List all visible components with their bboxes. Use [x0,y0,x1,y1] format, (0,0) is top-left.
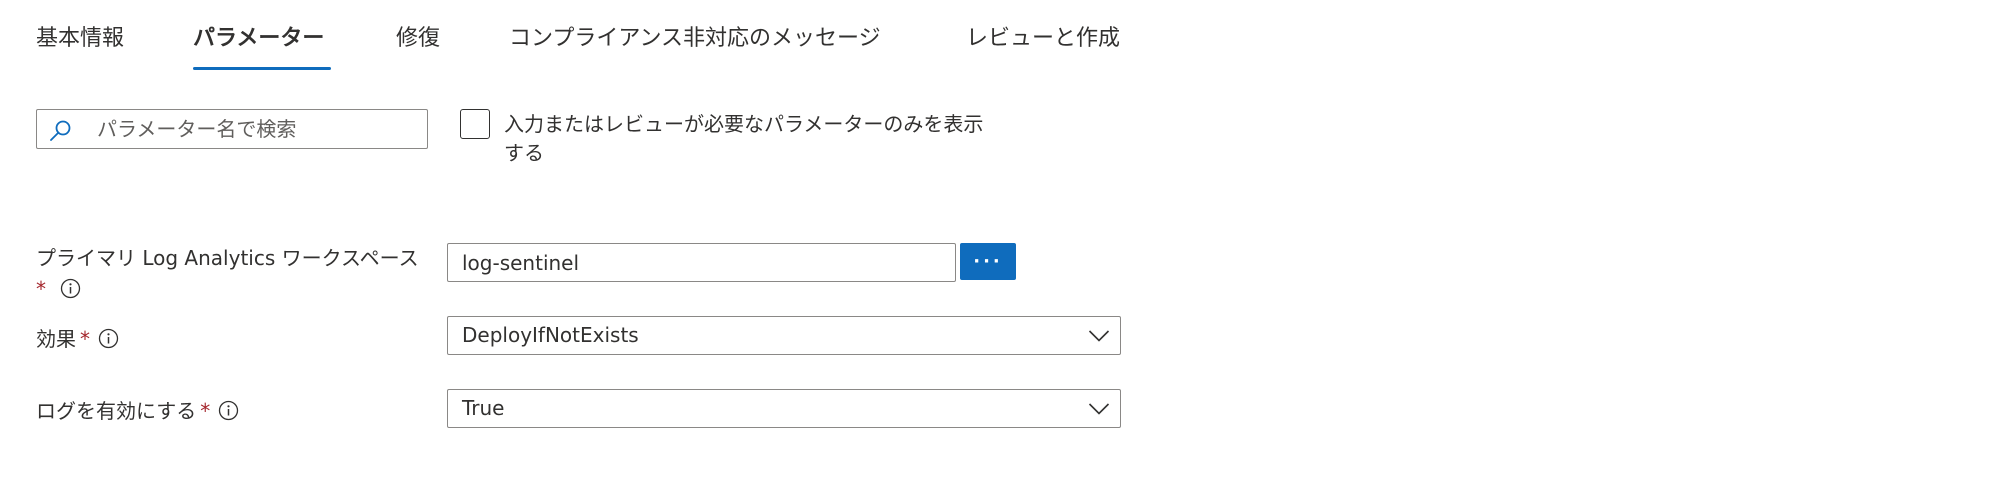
info-icon[interactable] [218,400,239,421]
tab-review-create[interactable]: レビューと作成 [966,24,1120,54]
info-icon[interactable] [98,328,119,349]
workspace-label: プライマリ Log Analytics ワークスペース * [36,244,419,304]
required-only-checkbox[interactable] [460,109,490,139]
search-input[interactable] [97,110,422,148]
checkbox-label-line2: する [504,141,544,165]
search-box[interactable] [36,109,428,149]
required-asterisk: * [80,327,90,351]
enable-logs-label-text: ログを有効にする [36,399,197,423]
tab-basics[interactable]: 基本情報 [36,24,124,54]
required-asterisk: * [200,399,211,423]
effect-dropdown-value: DeployIfNotExists [462,323,639,347]
tab-non-compliance-messages[interactable]: コンプライアンス非対応のメッセージ [509,24,881,54]
chevron-down-icon [1088,403,1110,415]
workspace-label-line2: * [36,275,419,304]
enable-logs-label: ログを有効にする * [36,397,239,426]
chevron-down-icon [1088,330,1110,342]
required-only-checkbox-label[interactable]: 入力またはレビューが必要なパラメーターのみを表示 する [504,110,1024,168]
enable-logs-dropdown[interactable]: True [447,389,1121,428]
required-asterisk: * [36,277,46,301]
effect-label-text: 効果 [36,327,76,351]
tab-parameters[interactable]: パラメーター [193,24,324,54]
tab-bar: 基本情報 パラメーター 修復 コンプライアンス非対応のメッセージ レビューと作成 [0,0,1200,80]
active-tab-indicator [193,67,331,70]
effect-dropdown[interactable]: DeployIfNotExists [447,316,1121,355]
workspace-field[interactable] [447,243,956,282]
info-icon[interactable] [60,278,81,299]
effect-label: 効果 * [36,325,119,354]
tab-remediation[interactable]: 修復 [396,24,440,54]
search-icon [50,120,71,141]
checkbox-label-line1: 入力またはレビューが必要なパラメーターのみを表示 [504,112,984,136]
enable-logs-dropdown-value: True [462,396,505,420]
workspace-label-text: プライマリ Log Analytics ワークスペース [36,246,419,270]
workspace-browse-button[interactable]: ··· [960,243,1016,280]
